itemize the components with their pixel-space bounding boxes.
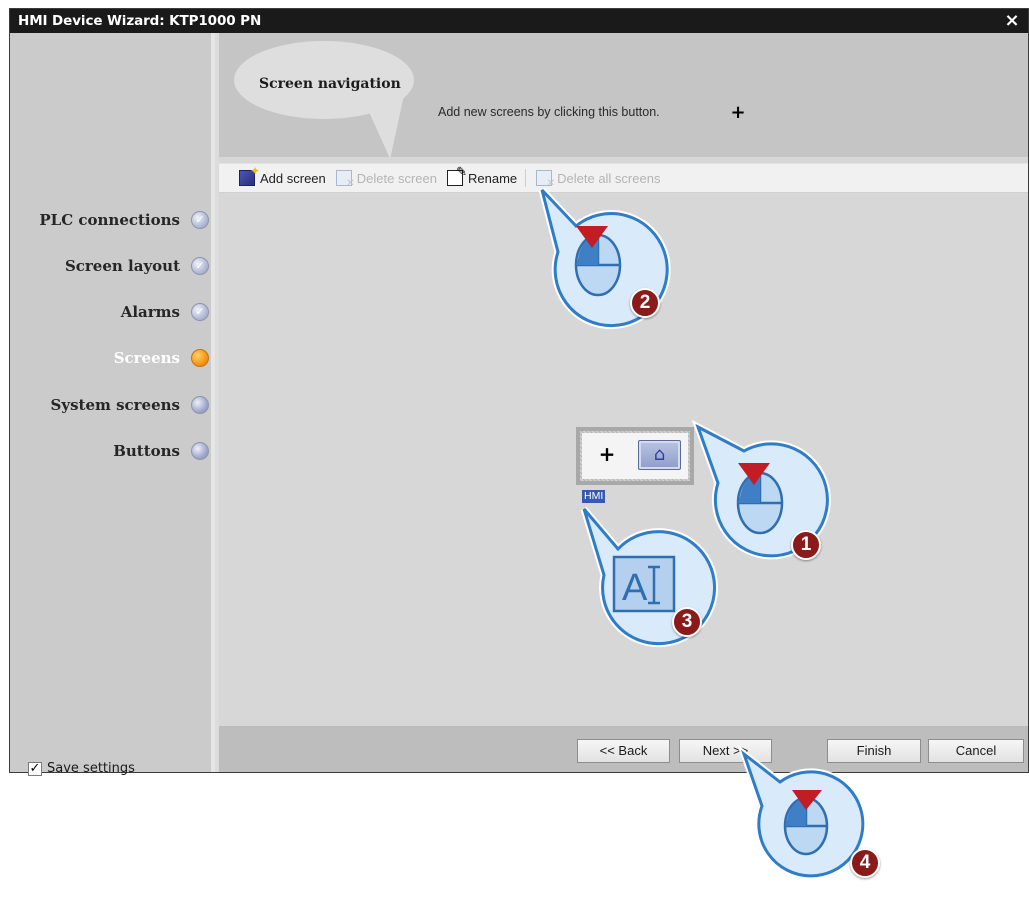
step-label: Screen layout: [64, 257, 180, 275]
step-system-screens[interactable]: System screens: [51, 394, 209, 416]
step-alarms[interactable]: Alarms ✓: [121, 301, 209, 323]
callout-2: 2: [530, 186, 671, 336]
step-label: Buttons: [113, 442, 180, 460]
delete-screen-icon: [335, 170, 355, 189]
rename-icon: [446, 164, 467, 186]
callout-number-badge: 2: [630, 288, 660, 318]
pending-step-dot-icon: [191, 442, 209, 460]
delete-all-screens-icon: [536, 170, 555, 189]
callout-number-badge: 1: [791, 530, 821, 560]
svg-text:A: A: [622, 567, 648, 609]
step-screens[interactable]: Screens: [114, 347, 209, 369]
wizard-footer: << Back Next >> Finish Cancel: [219, 726, 1028, 772]
home-screen-icon[interactable]: ⌂: [638, 440, 681, 470]
main-panel: Screen navigation Add new screens by cli…: [219, 33, 1028, 772]
step-screen-layout[interactable]: Screen layout ✓: [65, 255, 209, 277]
add-screen-plus-icon[interactable]: +: [598, 444, 616, 464]
close-button[interactable]: ×: [1002, 9, 1022, 33]
screen-node-hmi[interactable]: + ⌂: [576, 427, 694, 485]
screen-node-body: + ⌂: [582, 433, 688, 479]
step-label: System screens: [50, 396, 180, 414]
text-cursor-callout-icon: A: [580, 506, 718, 648]
delete-screen-button[interactable]: Delete screen: [335, 170, 437, 189]
add-screen-label: Add screen: [260, 170, 326, 186]
title-bar: HMI Device Wizard: KTP1000 PN ×: [10, 9, 1028, 33]
page-header: Screen navigation Add new screens by cli…: [219, 33, 1028, 162]
delete-screen-label: Delete screen: [356, 170, 437, 186]
checkmark-icon[interactable]: ✓: [28, 761, 42, 776]
rename-label: Rename: [467, 170, 518, 186]
checkmark-icon: ✓: [191, 257, 209, 275]
wizard-steps-sidebar: PLC connections ✓ Screen layout ✓ Alarms…: [10, 33, 215, 776]
mouse-click-callout-icon: [736, 743, 867, 880]
toolbar-separator: [525, 169, 527, 187]
cancel-button[interactable]: Cancel: [928, 739, 1024, 763]
callout-number-badge: 3: [672, 607, 702, 637]
window-title: HMI Device Wizard: KTP1000 PN: [18, 13, 262, 29]
hmi-device-wizard-window: HMI Device Wizard: KTP1000 PN × PLC conn…: [9, 8, 1029, 776]
step-plc-connections[interactable]: PLC connections ✓: [39, 209, 209, 231]
page-title: Screen navigation: [259, 76, 401, 92]
header-hint-text: Add new screens by clicking this button.: [438, 105, 660, 119]
save-settings-checkbox[interactable]: ✓ Save settings: [28, 761, 135, 776]
checkmark-icon: ✓: [191, 211, 209, 229]
step-label: Screens: [113, 349, 180, 367]
save-settings-label: Save settings: [47, 761, 135, 776]
add-screen-button[interactable]: Add screen: [239, 164, 326, 186]
screen-name-label[interactable]: HMI: [582, 490, 606, 503]
step-label: PLC connections: [39, 211, 180, 229]
current-step-dot-icon: [191, 349, 209, 367]
back-button[interactable]: << Back: [577, 739, 670, 763]
callout-3: A 3: [580, 505, 722, 655]
plus-icon: +: [730, 102, 746, 123]
checkmark-icon: ✓: [191, 303, 209, 321]
step-buttons[interactable]: Buttons: [113, 440, 209, 462]
callout-4: 4: [736, 743, 880, 902]
pending-step-dot-icon: [191, 396, 209, 414]
delete-all-screens-button[interactable]: Delete all screens: [536, 170, 661, 189]
rename-button[interactable]: Rename: [446, 164, 518, 186]
step-label: Alarms: [120, 303, 180, 321]
callout-number-badge: 4: [850, 848, 880, 878]
delete-all-screens-label: Delete all screens: [557, 170, 661, 186]
add-screen-icon: [239, 164, 260, 186]
